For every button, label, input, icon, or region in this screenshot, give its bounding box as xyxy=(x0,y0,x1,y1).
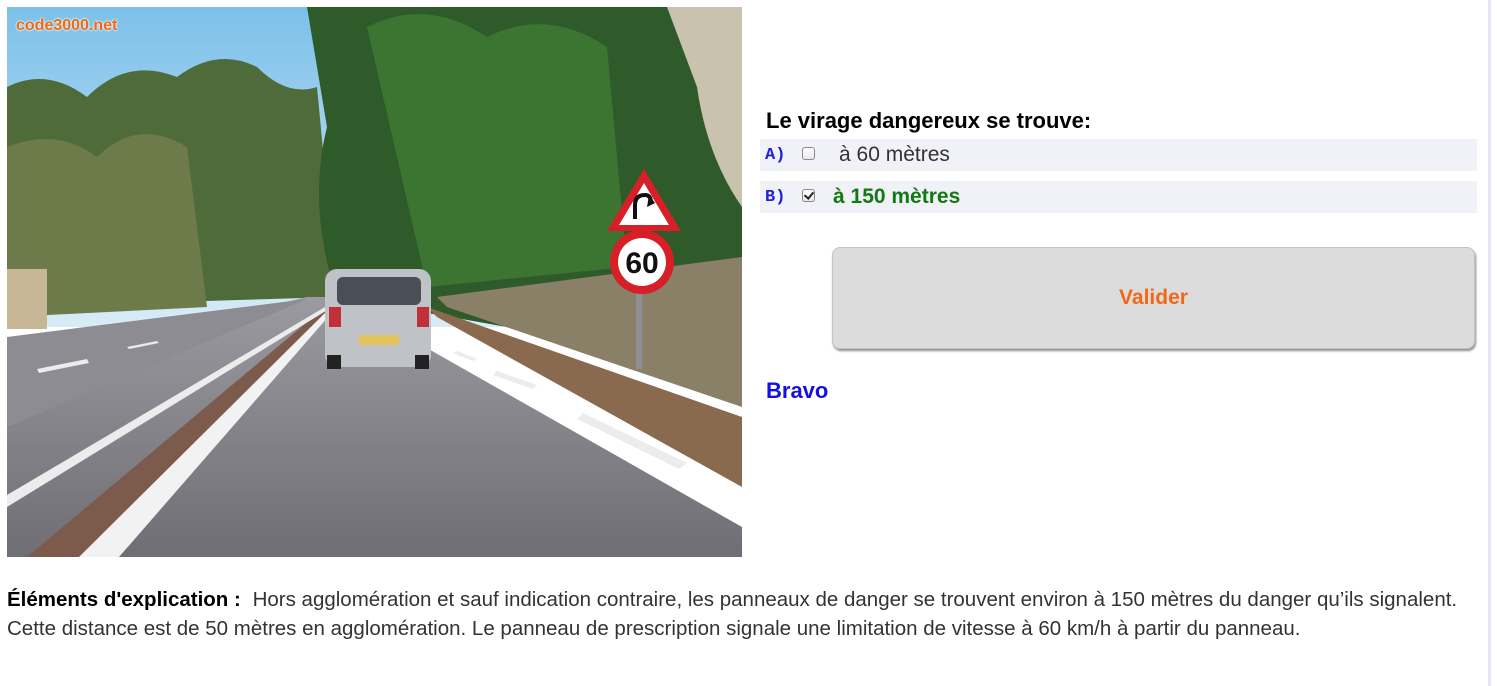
explanation-label: Éléments d'explication : xyxy=(7,588,241,611)
question-photo: 60 code3000.net xyxy=(7,7,742,557)
answer-letter-a: A) xyxy=(765,145,786,165)
question-title: Le virage dangereux se trouve: xyxy=(766,108,1092,133)
speed-limit-value: 60 xyxy=(625,247,658,280)
page-right-border xyxy=(1488,0,1491,686)
answer-b-label: à 150 mètres xyxy=(833,185,961,208)
result-message: Bravo xyxy=(766,378,829,403)
answer-option-a[interactable]: A) à 60 mètres xyxy=(760,139,1477,171)
answer-a-checkbox[interactable] xyxy=(802,146,815,160)
validate-button[interactable]: Valider xyxy=(832,247,1475,349)
car-illustration xyxy=(325,269,431,369)
road-scene-image: 60 xyxy=(7,7,742,557)
site-watermark: code3000.net xyxy=(16,17,118,34)
answer-letter-b: B) xyxy=(765,187,786,207)
sign-pole xyxy=(636,289,642,369)
speed-limit-sign-icon: 60 xyxy=(610,230,674,294)
answer-option-b[interactable]: B) à 150 mètres xyxy=(760,181,1477,213)
answer-b-checkbox[interactable] xyxy=(802,188,815,202)
explanation-block: Éléments d'explication : Hors agglomérat… xyxy=(7,585,1487,643)
answer-a-label: à 60 mètres xyxy=(839,143,950,166)
